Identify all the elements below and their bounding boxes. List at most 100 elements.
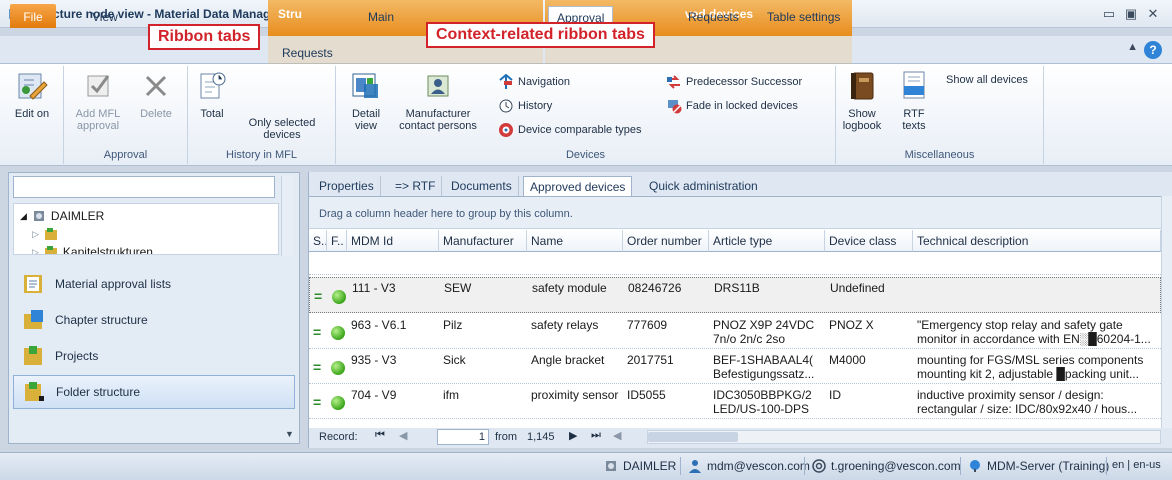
first-record-icon[interactable]: ⏮ (375, 429, 385, 442)
scroll-left-icon[interactable]: ◀ (613, 429, 621, 442)
cell-manufacturer: Pilz (443, 318, 463, 332)
status-locale[interactable]: en | en-us (1112, 459, 1161, 471)
rtf-document-icon (903, 71, 925, 99)
column-header-status[interactable]: S.. (309, 230, 327, 252)
nav-projects[interactable]: Projects (13, 339, 295, 373)
minimize-button[interactable]: ▭ (1100, 6, 1118, 22)
user-icon (689, 460, 701, 473)
status-organization-label: DAIMLER (623, 459, 677, 473)
column-header-manufacturer[interactable]: Manufacturer (439, 230, 527, 252)
show-all-devices-label: Show all devices (946, 74, 1028, 86)
record-number-input[interactable]: 1 (437, 429, 489, 445)
nav-chapter-structure[interactable]: Chapter structure (13, 303, 295, 337)
grid-vertical-scrollbar[interactable] (1161, 196, 1172, 428)
cell-name: proximity sensor (531, 388, 619, 402)
restore-button[interactable]: ▣ (1122, 6, 1140, 22)
tree-scrollbar[interactable] (281, 176, 293, 256)
cell-device-class: Undefined (830, 281, 885, 295)
status-contact-label: t.groening@vescon.com (831, 459, 961, 473)
collapse-ribbon-icon[interactable]: ▲ (1127, 41, 1138, 53)
table-row[interactable]: = 963 - V6.1 Pilz safety relays 777609 P… (309, 315, 1161, 349)
history-label: History (518, 100, 553, 112)
cell-order-number: 08246726 (628, 281, 682, 295)
nav-folder-structure[interactable]: Folder structure (13, 375, 295, 409)
grid-horizontal-scrollbar[interactable] (647, 430, 1161, 444)
nav-material-approval-lists[interactable]: Material approval lists (13, 267, 295, 301)
tab-quick-administration[interactable]: Quick administration (643, 176, 764, 197)
scrollbar-thumb[interactable] (648, 432, 738, 442)
column-header-flag[interactable]: F.. (327, 230, 347, 252)
miscellaneous-group-label: Miscellaneous (904, 149, 975, 161)
detail-view-button[interactable]: Detail view (346, 70, 386, 132)
help-icon[interactable]: ? (1144, 41, 1162, 59)
tab-approved-devices[interactable]: Approved devices (523, 176, 633, 197)
filter-row[interactable] (309, 253, 1161, 275)
show-logbook-button[interactable]: Show logbook (842, 70, 882, 132)
column-header-mdm-id[interactable]: MDM Id (347, 230, 439, 252)
table-row[interactable]: = 935 - V3 Sick Angle bracket 2017751 BE… (309, 350, 1161, 384)
close-button[interactable]: ✕ (1144, 6, 1162, 22)
cell-mdm-id: 963 - V6.1 (351, 318, 407, 332)
tab-requests-right[interactable]: Requests (688, 6, 739, 28)
window-title: Structure node view - Material Data Mana… (29, 7, 269, 21)
column-header-article-type[interactable]: Article type (709, 230, 825, 252)
navigation-button[interactable]: Navigation (498, 74, 570, 90)
show-all-devices-button[interactable]: Show all devices (946, 74, 1028, 86)
nav-menu-arrow-icon[interactable]: ▼ (285, 429, 294, 439)
rtf-texts-button[interactable]: RTF texts (896, 70, 932, 132)
column-header-name[interactable]: Name (527, 230, 623, 252)
tab-view[interactable]: View (92, 6, 118, 28)
fade-in-locked-devices-button[interactable]: Fade in locked devices (666, 98, 798, 114)
predecessor-successor-icon (667, 75, 680, 89)
collapse-arrow-icon[interactable]: ▷ (32, 247, 39, 255)
tab-properties[interactable]: Properties (313, 176, 381, 197)
column-header-technical-description[interactable]: Technical description (913, 230, 1161, 252)
fade-in-locked-devices-label: Fade in locked devices (686, 100, 798, 112)
history-button[interactable]: History (498, 98, 552, 114)
add-mfl-approval-button[interactable]: Add MFL approval (72, 70, 124, 132)
group-miscellaneous: Show logbook RTF texts Show all devices … (836, 66, 1044, 164)
table-row[interactable]: = 111 - V3 SEW safety module 08246726 DR… (309, 277, 1161, 313)
tab-main[interactable]: Main (368, 6, 394, 28)
last-record-icon[interactable]: ⏭ (591, 429, 601, 442)
status-contact: t.groening@vescon.com (812, 459, 961, 473)
next-record-icon[interactable]: ▶ (569, 429, 577, 442)
table-row[interactable]: = 704 - V9 ifm proximity sensor ID5055 I… (309, 385, 1161, 419)
predecessor-successor-button[interactable]: Predecessor Successor (666, 74, 802, 90)
locked-devices-icon (668, 100, 682, 114)
delete-button[interactable]: Delete (134, 70, 178, 120)
tab-table-settings[interactable]: Table settings (767, 6, 840, 28)
tree-item[interactable]: ▷ Kapitelstrukturen (32, 243, 153, 255)
column-header-order-number[interactable]: Order number (623, 230, 709, 252)
approval-group-label: Approval (103, 149, 148, 161)
expand-arrow-icon[interactable]: ◢ (20, 211, 27, 222)
status-separator (680, 457, 681, 475)
status-equal-icon: = (313, 360, 322, 374)
tab-documents[interactable]: Documents (445, 176, 519, 197)
only-selected-devices-button[interactable]: Only selected devices (232, 117, 332, 141)
manufacturer-contact-persons-button[interactable]: Manufacturer contact persons (392, 70, 484, 132)
cell-technical-description: "Emergency stop relay and safety gate mo… (917, 318, 1151, 346)
column-header-device-class[interactable]: Device class (825, 230, 913, 252)
status-user: mdm@vescon.com (688, 459, 810, 473)
collapse-arrow-icon[interactable]: ▷ (32, 229, 39, 240)
approved-status-icon (331, 326, 345, 340)
record-from-label: from (495, 431, 517, 443)
total-label: Total (200, 108, 224, 120)
status-server: MDM-Server (Training) (968, 459, 1109, 473)
tree-item[interactable]: ▷ (32, 225, 63, 243)
device-comparable-types-button[interactable]: Device comparable types (498, 122, 642, 138)
tab-rtf[interactable]: => RTF (389, 176, 443, 197)
total-button[interactable]: Total (192, 70, 232, 120)
nav-label: Projects (55, 349, 99, 363)
previous-record-icon[interactable]: ◀ (399, 429, 407, 442)
group-devices: Detail view Manufacturer contact persons… (336, 66, 836, 164)
edit-on-button[interactable]: Edit on (4, 70, 60, 120)
tab-requests-left[interactable]: Requests (282, 42, 333, 64)
organization-icon (606, 461, 616, 471)
tab-file[interactable]: File (10, 4, 56, 28)
history-clock-icon (499, 99, 513, 113)
tree-search-input[interactable] (13, 176, 275, 198)
cell-technical-description: mounting for FGS/MSL series components m… (917, 353, 1144, 381)
tree-item-root[interactable]: ◢ DAIMLER (20, 207, 104, 225)
